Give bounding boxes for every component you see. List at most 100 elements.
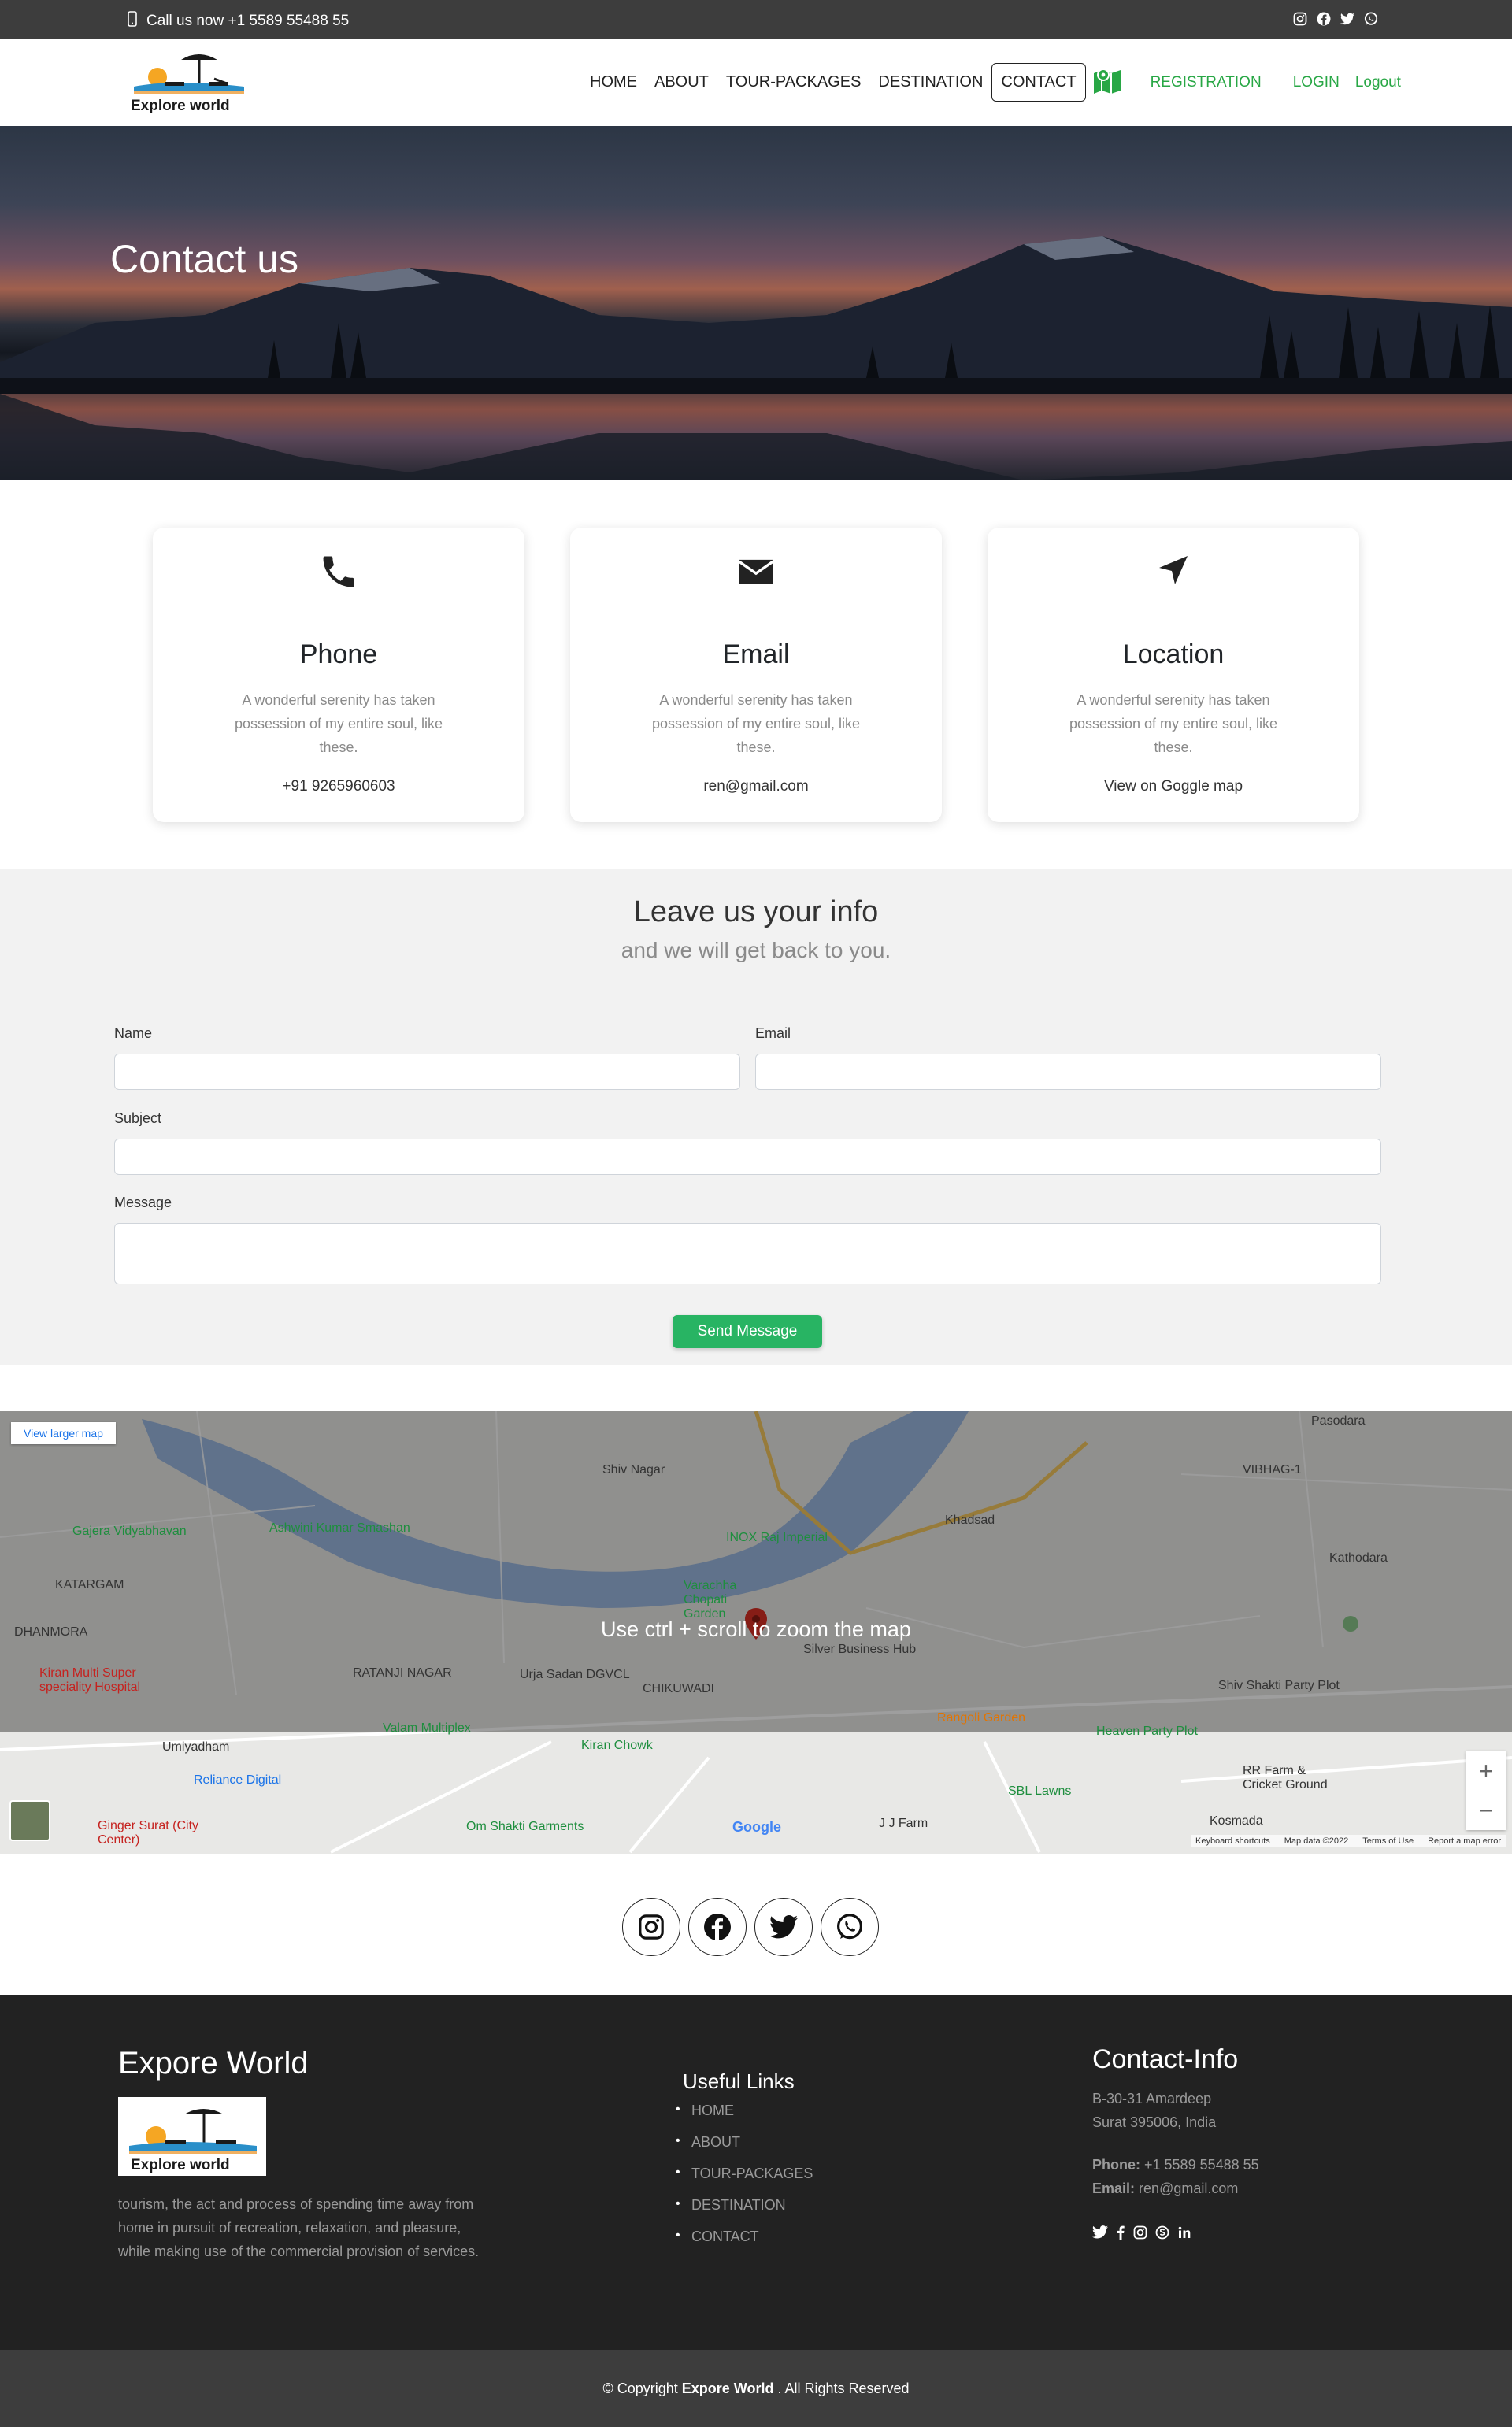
contact-info-title: Contact-Info <box>1092 2044 1239 2074</box>
email-card-value[interactable]: ren@gmail.com <box>570 778 942 795</box>
map-place: Shiv Nagar <box>602 1463 665 1477</box>
subject-input[interactable] <box>114 1139 1381 1175</box>
footer-phone: Phone: +1 5589 55488 55 <box>1092 2157 1259 2173</box>
footer-email-value: ren@gmail.com <box>1139 2181 1239 2196</box>
keyboard-shortcuts-link[interactable]: Keyboard shortcuts <box>1195 1836 1270 1846</box>
zoom-out-button[interactable]: − <box>1466 1791 1506 1830</box>
facebook-icon[interactable] <box>1315 10 1332 28</box>
map-place: Reliance Digital <box>194 1773 282 1787</box>
footer-link-home[interactable]: HOME <box>676 2103 813 2134</box>
navbar: Explore world HOME ABOUT TOUR-PACKAGES D… <box>0 39 1512 126</box>
view-larger-map-link[interactable]: View larger map <box>11 1422 116 1444</box>
twitter-icon[interactable] <box>754 1898 813 1956</box>
footer-link-about[interactable]: ABOUT <box>676 2134 813 2166</box>
google-map[interactable]: Shiv Nagar Khadsad Pasodara Kathodara KA… <box>0 1411 1512 1854</box>
map-place: Ashwini Kumar Smashan <box>269 1521 410 1535</box>
nav-login[interactable]: LOGIN <box>1277 63 1355 102</box>
map-place: KATARGAM <box>55 1578 124 1591</box>
mobile-icon <box>128 11 137 31</box>
nav-tour-packages[interactable]: TOUR-PACKAGES <box>717 62 870 102</box>
map-place: CHIKUWADI <box>643 1682 714 1695</box>
nav-about[interactable]: ABOUT <box>646 62 717 102</box>
skype-icon[interactable] <box>1155 2225 1169 2244</box>
location-card-value[interactable]: View on Goggle map <box>988 778 1359 795</box>
instagram-icon[interactable] <box>1292 10 1309 28</box>
footer-link-tour-packages[interactable]: TOUR-PACKAGES <box>676 2166 813 2197</box>
map-place: Heaven Party Plot <box>1096 1725 1198 1738</box>
zoom-in-button[interactable]: + <box>1466 1751 1506 1791</box>
nav-destination[interactable]: DESTINATION <box>869 62 991 102</box>
nav-registration[interactable]: REGISTRATION <box>1135 63 1277 102</box>
main-nav: HOME ABOUT TOUR-PACKAGES DESTINATION CON… <box>581 62 1417 102</box>
footer-about: tourism, the act and process of spending… <box>118 2196 480 2259</box>
map-place: VIBHAG-1 <box>1243 1463 1302 1477</box>
email-card: Email A wonderful serenity has taken pos… <box>570 528 942 822</box>
topbar-socials <box>1292 10 1380 28</box>
terms-link[interactable]: Terms of Use <box>1362 1836 1414 1846</box>
hero-banner: Contact us <box>0 126 1512 480</box>
map-place: Urja Sadan DGVCL <box>520 1668 630 1681</box>
address-line-2: Surat 395006, India <box>1092 2114 1217 2130</box>
linkedin-icon[interactable] <box>1177 2225 1191 2244</box>
google-logo: Google <box>732 1819 781 1835</box>
copyright-brand: Expore World <box>681 2381 774 2396</box>
phone-card-value[interactable]: +91 9265960603 <box>153 778 524 795</box>
email-card-title: Email <box>722 639 790 669</box>
copyright-suffix: . All Rights Reserved <box>777 2381 910 2396</box>
send-message-button[interactable]: Send Message <box>673 1315 822 1348</box>
footer-logo[interactable]: Explore world <box>118 2097 266 2176</box>
site-logo[interactable]: Explore world <box>126 47 255 118</box>
satellite-toggle[interactable] <box>9 1800 50 1841</box>
page-title: Contact us <box>110 237 299 281</box>
map-place: Ginger Surat (City Center) <box>98 1819 199 1847</box>
map-place: Khadsad <box>945 1514 995 1527</box>
footer-brand: Expore World <box>118 2046 309 2081</box>
footer-email-label: Email: <box>1092 2181 1136 2196</box>
map-place: SBL Lawns <box>1008 1784 1072 1798</box>
name-label: Name <box>114 1025 153 1041</box>
instagram-icon[interactable] <box>1133 2225 1147 2244</box>
map-zoom-control: + − <box>1466 1751 1506 1830</box>
map-place: Kosmada <box>1210 1814 1263 1828</box>
report-error-link[interactable]: Report a map error <box>1428 1836 1501 1846</box>
location-card-text: A wonderful serenity has taken possessio… <box>1069 692 1278 755</box>
map-icon[interactable] <box>1092 67 1122 98</box>
nav-contact[interactable]: CONTACT <box>991 63 1086 102</box>
whatsapp-icon[interactable] <box>1362 10 1380 28</box>
form-subheading: and we will get back to you. <box>621 938 891 962</box>
email-card-text: A wonderful serenity has taken possessio… <box>651 692 861 755</box>
nav-logout[interactable]: Logout <box>1355 63 1417 102</box>
email-input[interactable] <box>755 1054 1381 1090</box>
message-textarea[interactable] <box>114 1223 1381 1284</box>
topbar-phone: Call us now +1 5589 55488 55 <box>128 11 349 31</box>
map-attribution: Keyboard shortcuts Map data ©2022 Terms … <box>1190 1835 1506 1847</box>
map-data-text: Map data ©2022 <box>1284 1836 1349 1846</box>
contact-form-section: Leave us your info and we will get back … <box>0 869 1512 1365</box>
map-place: Varachha Chopati Garden <box>684 1579 737 1621</box>
whatsapp-icon[interactable] <box>821 1898 879 1956</box>
twitter-icon[interactable] <box>1092 2225 1108 2244</box>
map-place: Rangoli Garden <box>937 1711 1026 1725</box>
footer-link-contact[interactable]: CONTACT <box>676 2229 813 2260</box>
logo-text: Explore world <box>131 98 230 114</box>
name-input[interactable] <box>114 1054 740 1090</box>
map-place: Gajera Vidyabhavan <box>72 1525 187 1538</box>
map-place: Kathodara <box>1329 1551 1388 1565</box>
email-label: Email <box>755 1025 791 1041</box>
instagram-icon[interactable] <box>622 1898 680 1956</box>
footer-link-destination[interactable]: DESTINATION <box>676 2197 813 2229</box>
footer-phone-value: +1 5589 55488 55 <box>1144 2157 1259 2173</box>
location-card-title: Location <box>1122 639 1225 669</box>
footer-address: B-30-31 Amardeep Surat 395006, India <box>1092 2087 1216 2134</box>
twitter-icon[interactable] <box>1339 10 1356 28</box>
map-place: RATANJI NAGAR <box>353 1666 452 1680</box>
subject-label: Subject <box>114 1110 162 1126</box>
map-place: J J Farm <box>879 1817 928 1830</box>
facebook-f-icon[interactable] <box>1116 2225 1125 2244</box>
site-footer: Expore World Explore world tourism, the … <box>0 1995 1512 2350</box>
nav-home[interactable]: HOME <box>581 62 646 102</box>
topbar-phone-text: Call us now +1 5589 55488 55 <box>146 13 350 29</box>
facebook-icon[interactable] <box>688 1898 747 1956</box>
address-line-1: B-30-31 Amardeep <box>1092 2091 1212 2106</box>
footer-logo-text: Explore world <box>131 2157 230 2173</box>
